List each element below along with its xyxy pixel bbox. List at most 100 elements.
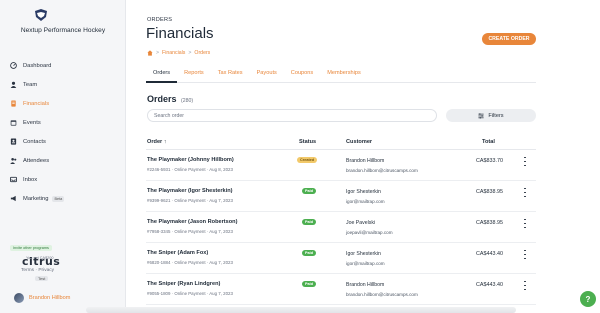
filters-label: Filters (488, 112, 504, 119)
breadcrumb-orders[interactable]: Orders (194, 50, 210, 56)
sidebar-item-team[interactable]: Team (0, 75, 126, 94)
row-menu-icon[interactable] (522, 219, 528, 228)
customer-email: brandon.hillbom@citruscamps.com (346, 168, 418, 173)
breadcrumb-financials[interactable]: Financials (162, 50, 185, 56)
row-menu-icon[interactable] (522, 250, 528, 259)
legal-links: Terms · Privacy (21, 268, 54, 273)
contacts-icon (10, 138, 17, 145)
column-order[interactable]: Order ↑ (147, 139, 167, 145)
sidebar-item-label: Attendees (23, 157, 50, 164)
sidebar-item-events[interactable]: Events (0, 113, 126, 132)
breadcrumb: > Financials > Orders (147, 50, 210, 56)
sidebar-item-label: Contacts (23, 138, 46, 145)
filter-icon (478, 112, 484, 119)
customer-name: Igor Shesterkin (346, 189, 381, 195)
attendees-icon (10, 157, 17, 164)
customer-email: igor@mailtrap.com (346, 261, 385, 266)
tab-coupons[interactable]: Coupons (284, 65, 320, 83)
sort-arrow-icon: ↑ (163, 139, 167, 145)
customer-email: igor@mailtrap.com (346, 199, 385, 204)
terms-link[interactable]: Terms (21, 268, 34, 273)
create-order-button[interactable]: CREATE ORDER (482, 33, 536, 45)
row-menu-icon[interactable] (522, 157, 528, 166)
orders-heading-label: Orders (147, 94, 177, 104)
column-customer: Customer (346, 139, 373, 145)
order-meta: #9055-1809 · Online Payment · Aug 7, 202… (147, 291, 233, 296)
main-content: ORDERS Financials > Financials > Orders … (126, 0, 600, 313)
sidebar-item-contacts[interactable]: Contacts (0, 132, 126, 151)
home-icon[interactable] (147, 50, 153, 56)
table-row[interactable]: The Playmaker (Jason Robertson) #7958-33… (146, 212, 536, 243)
tab-reports[interactable]: Reports (177, 65, 211, 83)
sidebar-item-label: Dashboard (23, 62, 52, 69)
order-total: CA$838.95 (476, 189, 503, 195)
sidebar: Nextup Performance Hockey Dashboard Team… (0, 0, 126, 313)
filters-button[interactable]: Filters (446, 109, 536, 122)
sidebar-item-financials[interactable]: Financials (0, 94, 126, 113)
sidebar-item-label: Events (23, 119, 41, 126)
events-icon (10, 119, 17, 126)
customer-name: Brandon Hillbom (346, 158, 385, 164)
invite-badge[interactable]: Invite other programs (10, 245, 52, 251)
order-total: CA$838.95 (476, 220, 503, 226)
user-menu[interactable]: Brandon Hillbom (14, 293, 70, 303)
orders-heading: Orders (280) (147, 94, 193, 104)
customer-name: Igor Shesterkin (346, 251, 381, 257)
marketing-icon (10, 195, 17, 202)
status-badge: Paid (302, 281, 317, 287)
sidebar-item-marketing[interactable]: Marketing Beta (0, 189, 126, 208)
table-row[interactable]: The Sniper (Adam Fox) #6820-1884 · Onlin… (146, 243, 536, 274)
sidebar-item-dashboard[interactable]: Dashboard (0, 56, 126, 75)
org-logo-icon (35, 9, 47, 21)
help-button[interactable]: ? (580, 291, 596, 307)
order-title[interactable]: The Sniper (Adam Fox) (147, 250, 208, 256)
table-row[interactable]: The Playmaker (Johnny Hillbom) #2246-593… (146, 150, 536, 181)
breadcrumb-separator: > (188, 50, 192, 56)
order-title[interactable]: The Playmaker (Johnny Hillbom) (147, 157, 234, 163)
column-order-label: Order (147, 139, 163, 145)
tab-memberships[interactable]: Memberships (320, 65, 368, 83)
order-title[interactable]: The Playmaker (Jason Robertson) (147, 219, 237, 225)
order-meta: #9399-9621 · Online Payment · Aug 7, 202… (147, 198, 233, 203)
beta-badge: Beta (52, 195, 65, 202)
row-menu-icon[interactable] (522, 188, 528, 197)
privacy-link[interactable]: Privacy (38, 268, 54, 273)
table-row[interactable]: The Playmaker (Igor Shesterkin) #9399-96… (146, 181, 536, 212)
orders-count: (280) (181, 98, 194, 104)
order-total: CA$443.40 (476, 282, 503, 288)
sidebar-nav: Dashboard Team Financials Events Contact… (0, 56, 126, 208)
column-total: Total (482, 139, 495, 145)
page-title: Financials (146, 25, 214, 42)
citrus-logo: citrus (22, 255, 61, 268)
order-meta: #6820-1884 · Online Payment · Aug 7, 202… (147, 260, 233, 265)
horizontal-scrollbar[interactable] (86, 307, 516, 313)
tab-bar: Orders Reports Tax Rates Payouts Coupons… (146, 65, 536, 83)
table-row[interactable]: The Sniper (Ryan Lindgren) #9055-1809 · … (146, 274, 536, 305)
order-title[interactable]: The Playmaker (Igor Shesterkin) (147, 188, 233, 194)
order-meta: #7958-3345 · Online Payment · Aug 7, 202… (147, 229, 233, 234)
order-meta: #2246-5931 · Online Payment · Aug 8, 202… (147, 167, 233, 172)
sidebar-item-label: Team (23, 81, 38, 88)
user-name: Brandon Hillbom (29, 295, 71, 301)
sidebar-item-inbox[interactable]: Inbox (0, 170, 126, 189)
order-title[interactable]: The Sniper (Ryan Lindgren) (147, 281, 220, 287)
orders-table-header: Order ↑ Status Customer Total (146, 137, 536, 149)
order-total: CA$833.70 (476, 158, 503, 164)
sidebar-item-label: Marketing (23, 195, 49, 202)
row-menu-icon[interactable] (522, 281, 528, 290)
sidebar-item-attendees[interactable]: Attendees (0, 151, 126, 170)
customer-name: Brandon Hillbom (346, 282, 385, 288)
status-badge: Paid (302, 219, 317, 225)
environment-badge: Test (35, 276, 49, 281)
status-badge: Paid (302, 188, 317, 194)
inbox-icon (10, 176, 17, 183)
sidebar-item-label: Inbox (23, 176, 38, 183)
dashboard-icon (10, 62, 17, 69)
order-total: CA$443.40 (476, 251, 503, 257)
financials-icon (10, 100, 17, 107)
tab-orders[interactable]: Orders (146, 65, 178, 83)
org-name: Nextup Performance Hockey (20, 27, 106, 34)
tab-tax-rates[interactable]: Tax Rates (211, 65, 250, 83)
tab-payouts[interactable]: Payouts (250, 65, 284, 83)
search-input[interactable] (147, 109, 437, 122)
